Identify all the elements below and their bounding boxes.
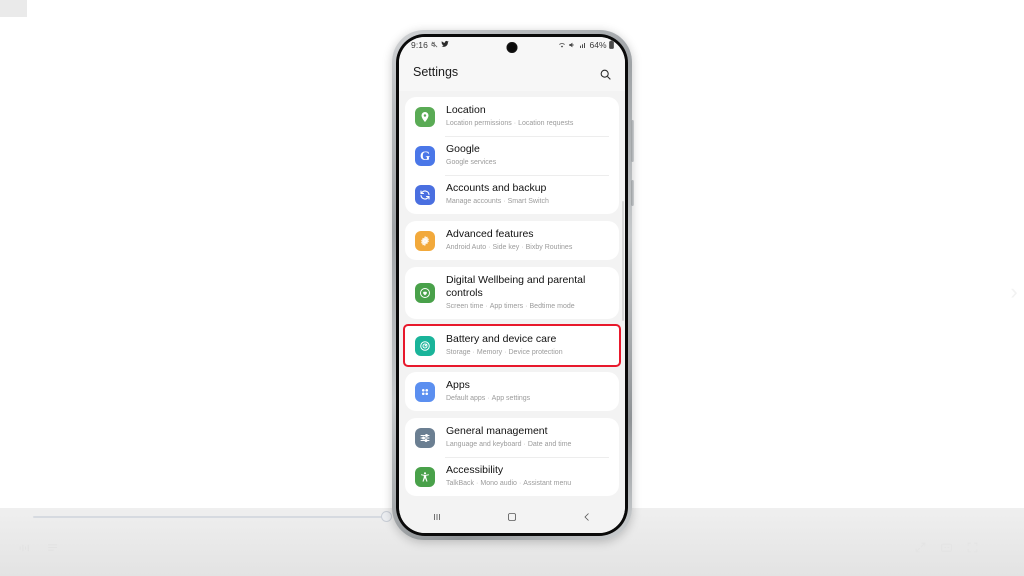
settings-card-system-group: General management Language and keyboard ·… [405,418,619,496]
media-progress-knob[interactable] [381,511,392,522]
settings-row-subtitle: Android Auto · Side key · Bixby Routines [446,244,573,251]
settings-row-text: Advanced features Android Auto · Side key · B… [446,228,609,253]
playlist-ghost-icon[interactable] [46,541,59,556]
wellbeing-heart-icon [415,283,435,303]
settings-row-title: General management [446,425,548,437]
fullscreen-ghost-icon[interactable] [966,541,979,556]
phone-bezel: 9:16 64% Settings Location Location perm… [396,34,628,536]
volume-icon [568,41,576,51]
status-time: 9:16 [411,40,428,50]
settings-row-google[interactable]: G Google Google services [405,136,619,175]
search-icon[interactable] [595,64,615,84]
settings-card-apps-group: Apps Default apps · App settings [405,372,619,411]
settings-card-connectivity-group: Location Location permissions · Location re… [405,97,619,214]
sliders-icon [415,427,435,448]
sync-accounts-icon [415,184,435,205]
next-slide-chevron-icon[interactable]: › [1006,281,1022,303]
status-bar-right: 64% [558,40,614,51]
settings-row-text: General management Language and keyboard ·… [446,425,609,450]
twitter-icon [441,40,449,50]
settings-list[interactable]: Location Location permissions · Location re… [399,91,625,501]
status-bar-left: 9:16 [411,40,449,50]
scrollbar-indicator[interactable] [621,201,624,321]
battery-icon [609,40,614,51]
settings-row-apps[interactable]: Apps Default apps · App settings [405,372,619,411]
settings-row-digital-wellbeing-and-parental-controls[interactable]: Digital Wellbeing and parental controls S… [405,267,619,319]
settings-card-battery-care-group: Battery and device care Storage · Memory · De… [403,324,621,367]
settings-row-text: Digital Wellbeing and parental controls S… [446,274,609,312]
google-g-icon: G [415,145,435,166]
top-left-placeholder-block [0,0,27,17]
settings-row-text: Battery and device care Storage · Memory · De… [446,333,609,358]
home-icon[interactable] [497,505,527,529]
settings-row-accounts-and-backup[interactable]: Accounts and backup Manage accounts · Smart… [405,175,619,214]
app-bar: Settings [399,57,625,91]
apps-grid-icon [415,381,435,402]
captions-ghost-icon[interactable] [940,541,953,556]
media-progress-slider[interactable] [33,511,392,522]
settings-row-title: Advanced features [446,228,534,240]
settings-row-subtitle: Screen time · App timers · Bedtime mode [446,303,575,310]
gear-advanced-icon [415,230,435,251]
system-navigation-bar [399,501,625,533]
settings-row-subtitle: Location permissions · Location requests [446,120,574,127]
mute-icon [431,41,438,50]
settings-row-battery-and-device-care[interactable]: Battery and device care Storage · Memory · De… [405,326,619,365]
settings-row-advanced-features[interactable]: Advanced features Android Auto · Side key · B… [405,221,619,260]
settings-row-text: Google Google services [446,143,609,168]
expand-ghost-icon[interactable] [914,541,927,556]
settings-row-subtitle: Storage · Memory · Device protection [446,349,563,356]
settings-row-title: Battery and device care [446,333,557,345]
settings-row-subtitle: TalkBack · Mono audio · Assistant menu [446,480,572,487]
settings-row-location[interactable]: Location Location permissions · Location re… [405,97,619,136]
settings-row-accessibility[interactable]: Accessibility TalkBack · Mono audio · Assista… [405,457,619,496]
settings-row-subtitle: Manage accounts · Smart Switch [446,198,549,205]
settings-row-title: Apps [446,379,470,391]
settings-row-text: Accessibility TalkBack · Mono audio · Assista… [446,464,609,489]
media-progress-track [33,516,385,518]
settings-row-title: Google [446,143,480,155]
settings-row-text: Apps Default apps · App settings [446,379,609,404]
location-pin-icon [415,106,435,127]
power-side-button[interactable] [631,180,634,206]
settings-row-title: Accounts and backup [446,182,547,194]
status-bar: 9:16 64% [399,37,625,57]
back-icon[interactable] [572,505,602,529]
page-title: Settings [413,65,459,79]
signal-icon [579,41,587,51]
front-camera-punch-hole [506,42,518,53]
battery-care-icon [415,335,435,356]
settings-row-subtitle: Default apps · App settings [446,395,531,402]
accessibility-person-icon [415,466,435,487]
battery-percent-label: 64% [589,40,607,51]
recents-icon[interactable] [422,505,452,529]
volume-ghost-icon[interactable] [18,541,31,556]
phone-screen: 9:16 64% Settings Location Location perm… [399,37,625,533]
settings-row-title: Accessibility [446,464,504,476]
settings-card-wellbeing-care-group: Digital Wellbeing and parental controls S… [405,267,619,319]
settings-row-text: Accounts and backup Manage accounts · Smart… [446,182,609,207]
settings-row-subtitle: Language and keyboard · Date and time [446,441,572,448]
settings-row-general-management[interactable]: General management Language and keyboard ·… [405,418,619,457]
settings-row-text: Location Location permissions · Location re… [446,104,609,129]
settings-row-title: Digital Wellbeing and parental controls [446,274,586,299]
phone-device-frame: 9:16 64% Settings Location Location perm… [392,30,634,540]
settings-row-subtitle: Google services [446,159,497,166]
wifi-icon [558,41,566,51]
volume-side-button[interactable] [631,120,634,162]
settings-card-advanced-group: Advanced features Android Auto · Side key · B… [405,221,619,260]
settings-row-title: Location [446,104,486,116]
